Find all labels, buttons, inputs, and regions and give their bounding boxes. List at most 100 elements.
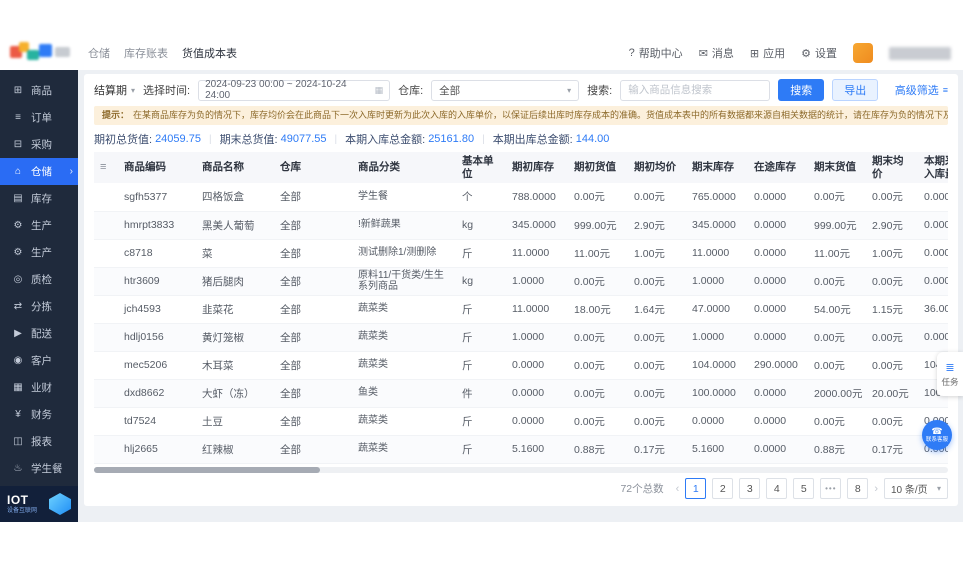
table-cell: 788.0000: [506, 183, 568, 212]
sidebar-item-qc[interactable]: ◎ 质检: [0, 266, 78, 293]
reports-icon: ◫: [13, 436, 23, 447]
table-row[interactable]: mec5206 木耳菜 全部 蔬菜类斤 0.0000 0.00元 0.00元 104.0000…: [94, 351, 948, 380]
column-header[interactable]: 期末库存: [686, 152, 748, 183]
sidebar-item-finance[interactable]: ¥ 财务: [0, 401, 78, 428]
table-row[interactable]: jch4593 韭菜花 全部 蔬菜类斤 11.0000 18.00元 1.64元 47.000…: [94, 295, 948, 324]
summary-label: 期初总货值:: [94, 134, 153, 146]
sidebar-item-label: 配送: [31, 328, 52, 340]
warehouse-select[interactable]: 全部 ▾: [431, 79, 580, 101]
table-row[interactable]: dxd8662 大虾（冻） 全部 鱼类件 0.0000 0.00元 0.00元 100.000…: [94, 379, 948, 408]
settlement-period-select[interactable]: 结算期 ▾: [94, 82, 135, 98]
summary-value: 49077.55: [280, 133, 327, 145]
help-center-button[interactable]: ? 帮助中心: [629, 45, 683, 61]
page-button[interactable]: 4: [766, 478, 788, 499]
column-header[interactable]: 期初库存: [506, 152, 568, 183]
column-header[interactable]: 期初货值: [568, 152, 628, 183]
page-button[interactable]: 5: [793, 478, 815, 499]
sidebar-item-goods[interactable]: ⊞ 商品: [0, 77, 78, 104]
table-cell: hmrpt3833: [118, 211, 196, 240]
export-button[interactable]: 导出: [832, 79, 879, 101]
table-row[interactable]: hmrpt3833 黑美人葡萄 全部 !新鲜蔬果 kg 345.0000 999.00元 2.…: [94, 211, 948, 240]
sidebar-item-label: 商品: [31, 85, 52, 97]
table-cell: 0.00元: [808, 267, 866, 296]
search-input[interactable]: [628, 84, 763, 96]
page-button[interactable]: 1: [685, 478, 707, 499]
sidebar-item-production-1[interactable]: ⚙ 生产: [0, 212, 78, 239]
horizontal-scrollbar[interactable]: [94, 466, 948, 473]
column-header[interactable]: 期末均价: [866, 152, 918, 183]
table-cell: 斤: [456, 323, 506, 352]
row-leading-cell: [94, 295, 118, 324]
sidebar-item-sorting[interactable]: ⇄ 分拣: [0, 293, 78, 320]
orders-icon: ≡: [15, 112, 21, 123]
search-button[interactable]: 搜索: [778, 79, 825, 101]
column-header[interactable]: 商品分类: [352, 152, 456, 183]
table-cell: 黑美人葡萄: [196, 211, 274, 240]
table-row[interactable]: hdlj0156 黄灯笼椒 全部 蔬菜类斤 1.0000 0.00元 0.00元 1.0000…: [94, 323, 948, 352]
table-cell: 0.0000: [918, 211, 948, 240]
pagination-ellipsis[interactable]: •••: [820, 478, 842, 499]
filter-bar: 结算期 ▾ 选择时间: 2024-09-23 00:00 ~ 2024-10-2…: [94, 74, 948, 106]
table-row[interactable]: sgfh5377 四格饭盒 全部 学生餐个 788.0000 0.00元 0.00元 765.…: [94, 183, 948, 212]
table-cell: 蔬菜类: [352, 323, 456, 352]
column-header[interactable]: 本期采购入库量: [918, 152, 948, 183]
prev-page-button[interactable]: ‹: [676, 483, 680, 495]
table-cell: 全部: [274, 351, 352, 380]
chevron-down-icon: ▾: [936, 484, 941, 493]
column-filter-icon[interactable]: ≡: [100, 161, 106, 173]
page-button[interactable]: 3: [739, 478, 761, 499]
column-header[interactable]: 在途库存: [748, 152, 808, 183]
sidebar-item-orders[interactable]: ≡ 订单: [0, 104, 78, 131]
breadcrumb-item[interactable]: 库存账表: [124, 45, 168, 61]
table-cell: 斤: [456, 239, 506, 268]
sidebar-item-production-2[interactable]: ⚙ 生产: [0, 239, 78, 266]
avatar[interactable]: [853, 43, 873, 63]
iot-logo-graphic: [49, 493, 71, 515]
column-header[interactable]: 期初均价: [628, 152, 686, 183]
column-header[interactable]: 仓库: [274, 152, 352, 183]
table-cell: 0.0000: [748, 407, 808, 436]
help-icon: ?: [628, 47, 635, 59]
next-page-button[interactable]: ›: [874, 483, 878, 495]
sidebar-item-business-finance[interactable]: ▦ 业财: [0, 374, 78, 401]
scrollbar-thumb[interactable]: [94, 466, 320, 473]
page-size-select[interactable]: 10 条/页 ▾: [884, 478, 948, 499]
table-cell: 学生餐: [352, 183, 456, 212]
table-cell: 红辣椒: [196, 435, 274, 464]
sidebar-item-delivery[interactable]: ▶ 配送: [0, 320, 78, 347]
column-header[interactable]: 期末货值: [808, 152, 866, 183]
table-row[interactable]: c8718 菜全部 测试删除1/测删除斤 11.0000 11.00元 1.00元 11.0…: [94, 239, 948, 268]
apps-button[interactable]: ⊞ 应用: [750, 45, 785, 61]
table-row[interactable]: hlj2665 红辣椒 全部 蔬菜类斤 5.1600 0.88元 0.17元 5.1600 0.…: [94, 435, 948, 464]
table-cell: 0.00元: [628, 407, 686, 436]
page-button[interactable]: 2: [712, 478, 734, 499]
sidebar-item-warehouse[interactable]: ⌂ 仓储 ›: [0, 158, 78, 185]
sidebar-item-reports[interactable]: ◫ 报表: [0, 428, 78, 455]
column-header[interactable]: 商品名称: [196, 152, 274, 183]
table-cell: 件: [456, 379, 506, 408]
task-panel-tab[interactable]: ≣ 任务: [937, 352, 963, 396]
column-header[interactable]: 基本单位: [456, 152, 506, 183]
column-header[interactable]: 商品编码: [118, 152, 196, 183]
messages-button[interactable]: ✉ 消息: [699, 45, 734, 61]
customer-service-button[interactable]: ☎ 联系客服: [922, 420, 952, 450]
settings-button[interactable]: ⚙ 设置: [801, 45, 837, 61]
sidebar-item-inventory[interactable]: ▤ 库存: [0, 185, 78, 212]
table-cell: 0.17元: [866, 435, 918, 464]
table-cell: 菜: [196, 239, 274, 268]
sidebar-item-student-meal[interactable]: ♨ 学生餐: [0, 455, 78, 482]
table-cell: hlj2665: [118, 435, 196, 464]
advanced-filter-button[interactable]: 高级筛选 ≡: [895, 82, 948, 98]
date-range-value: 2024-09-23 00:00 ~ 2024-10-24 24:00: [205, 79, 347, 101]
breadcrumb-item[interactable]: 仓储: [88, 45, 110, 61]
app-logo[interactable]: [10, 42, 72, 64]
page-button[interactable]: 8: [847, 478, 869, 499]
table-row[interactable]: htr3609 猪后腿肉 全部 原料11/干货类/生生系列商品 kg 1.0000 0.00…: [94, 267, 948, 296]
date-range-input[interactable]: 2024-09-23 00:00 ~ 2024-10-24 24:00 ▦: [198, 79, 391, 101]
table-row[interactable]: td7524 土豆 全部 蔬菜类斤 0.0000 0.00元 0.00元 0.0000 0.00…: [94, 407, 948, 436]
table-cell: 11.0000: [686, 239, 748, 268]
sidebar-item-purchase[interactable]: ⊟ 采购: [0, 131, 78, 158]
sidebar-item-customers[interactable]: ◉ 客户: [0, 347, 78, 374]
apps-icon: ⊞: [749, 47, 760, 60]
delivery-icon: ▶: [14, 328, 22, 339]
